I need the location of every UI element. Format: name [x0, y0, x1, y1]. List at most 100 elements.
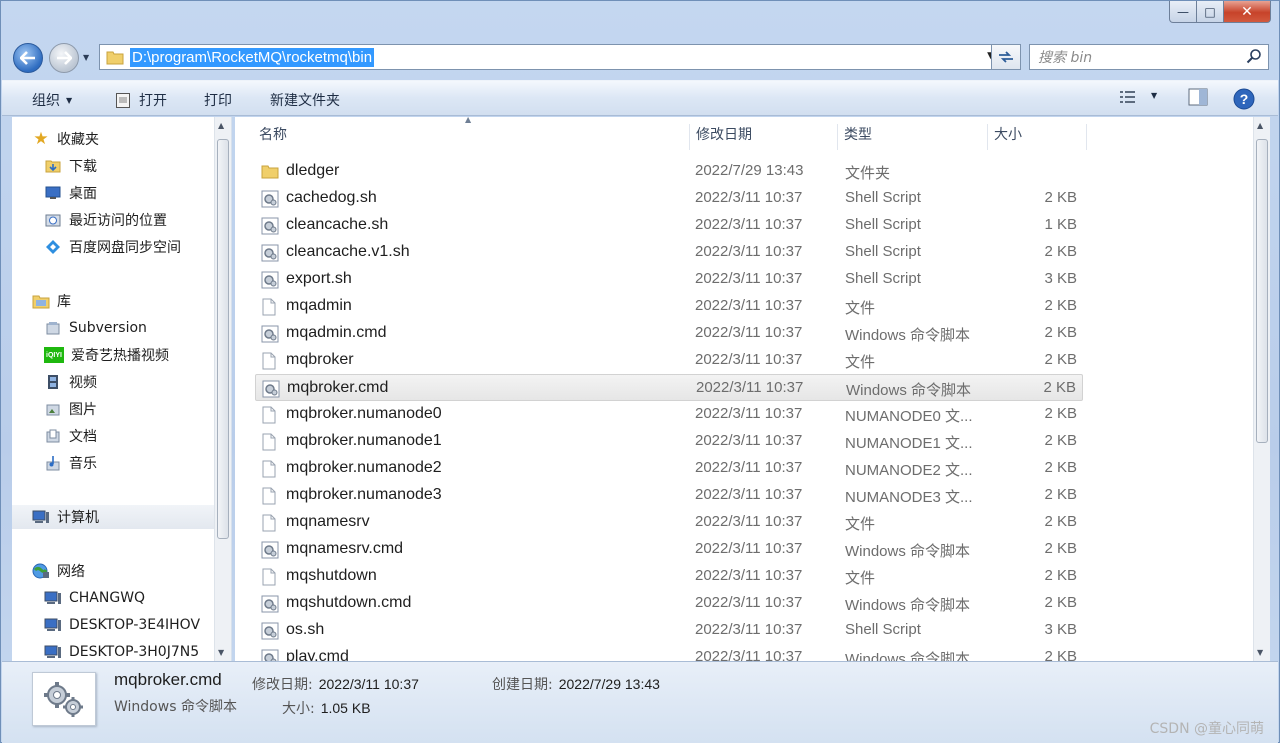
iqiyi-icon: iQIYI [44, 347, 64, 363]
column-size[interactable]: 大小 [987, 124, 1087, 150]
preview-pane-button[interactable] [1188, 88, 1208, 110]
open-label: 打开 [139, 93, 167, 109]
open-button[interactable]: 打开 [115, 90, 167, 110]
scroll-up-icon[interactable]: ▲ [218, 121, 224, 130]
file-row[interactable]: os.sh 2022/3/11 10:37 Shell Script 3 KB [255, 617, 1083, 644]
details-file-type: Windows 命令脚本 [114, 699, 237, 715]
sidebar-item-music[interactable]: 音乐 [44, 451, 97, 475]
sidebar-item-iqiyi[interactable]: iQIYI 爱奇艺热播视频 [44, 343, 169, 367]
sidebar-scrollbar-thumb[interactable] [217, 139, 229, 539]
sidebar-item-subversion[interactable]: Subversion [44, 316, 147, 340]
sidebar-item-videos[interactable]: 视频 [44, 370, 97, 394]
file-row[interactable]: cleancache.sh 2022/3/11 10:37 Shell Script… [255, 212, 1083, 239]
file-row[interactable]: mqadmin.cmd 2022/3/11 10:37 Windows 命令脚本 2 … [255, 320, 1083, 347]
print-button[interactable]: 打印 [204, 90, 232, 110]
close-button[interactable]: ✕ [1224, 1, 1271, 23]
file-type: Shell Script [845, 189, 921, 206]
baidu-netdisk-icon [44, 239, 62, 255]
file-row[interactable]: export.sh 2022/3/11 10:37 Shell Script 3 KB [255, 266, 1083, 293]
file-name: mqnamesrv.cmd [286, 540, 404, 557]
file-row[interactable]: mqshutdown.cmd 2022/3/11 10:37 Windows 命令脚… [255, 590, 1083, 617]
maximize-button[interactable]: □ [1197, 1, 1224, 23]
script-file-icon [261, 622, 279, 640]
column-modified[interactable]: 修改日期 [689, 124, 837, 150]
sidebar-item-desktop[interactable]: 桌面 [44, 181, 97, 205]
refresh-icon [999, 51, 1013, 63]
sidebar-item-documents[interactable]: 文档 [44, 424, 97, 448]
refresh-button[interactable] [991, 44, 1021, 70]
file-row[interactable]: mqshutdown 2022/3/11 10:37 文件 2 KB [255, 563, 1083, 590]
help-button[interactable]: ? [1233, 88, 1255, 114]
address-path[interactable]: D:\program\RocketMQ\rocketmq\bin [130, 47, 375, 67]
pictures-icon [44, 401, 62, 417]
file-list-scrollbar[interactable]: ▲ ▼ [1253, 117, 1270, 661]
file-row[interactable]: mqbroker 2022/3/11 10:37 文件 2 KB [255, 347, 1083, 374]
file-row[interactable]: cleancache.v1.sh 2022/3/11 10:37 Shell Scr… [255, 239, 1083, 266]
organize-menu[interactable]: 组织 ▼ [32, 90, 72, 110]
sidebar-network[interactable]: 网络 [32, 559, 85, 583]
sidebar-item-label: Subversion [69, 320, 147, 336]
new-folder-button[interactable]: 新建文件夹 [270, 90, 340, 110]
sidebar-item-label: 图片 [69, 402, 97, 418]
minimize-button[interactable]: — [1169, 1, 1197, 23]
script-file-icon [261, 244, 279, 262]
file-type: 文件 [845, 354, 876, 371]
file-gear-icon [32, 672, 96, 726]
file-row[interactable]: mqadmin 2022/3/11 10:37 文件 2 KB [255, 293, 1083, 320]
sidebar-item-pictures[interactable]: 图片 [44, 397, 97, 421]
file-name: cleancache.sh [286, 216, 389, 233]
file-row[interactable]: mqbroker.cmd 2022/3/11 10:37 Windows 命令脚本 2… [255, 374, 1083, 401]
file-modified: 2022/3/11 10:37 [695, 621, 803, 638]
file-row[interactable]: mqbroker.numanode2 2022/3/11 10:37 NUMANOD… [255, 455, 1083, 482]
file-row[interactable]: mqbroker.numanode3 2022/3/11 10:37 NUMANOD… [255, 482, 1083, 509]
blank-file-icon [261, 514, 279, 532]
file-row[interactable]: cachedog.sh 2022/3/11 10:37 Shell Script 2 … [255, 185, 1083, 212]
search-icon[interactable] [1246, 48, 1262, 64]
file-modified: 2022/3/11 10:37 [695, 459, 803, 476]
column-type[interactable]: 类型 [837, 124, 987, 150]
sidebar-computer[interactable]: 计算机 [12, 505, 214, 529]
file-name: mqbroker [286, 351, 354, 368]
command-bar: 组织 ▼ 打开 打印 新建文件夹 ▼ ? [2, 80, 1278, 116]
file-row[interactable]: mqbroker.numanode1 2022/3/11 10:37 NUMANOD… [255, 428, 1083, 455]
sidebar-libraries[interactable]: 库 [32, 289, 71, 313]
sidebar-item-baidu-netdisk[interactable]: 百度网盘同步空间 [44, 235, 181, 259]
recent-pages-dropdown[interactable]: ▼ [83, 53, 89, 62]
sidebar-item-changwq[interactable]: CHANGWQ [44, 586, 145, 610]
back-button[interactable] [13, 43, 43, 73]
file-type: NUMANODE2 文... [845, 462, 973, 479]
script-file-icon [261, 595, 279, 613]
search-input[interactable]: 搜索 bin [1029, 44, 1269, 70]
file-size: 3 KB [1044, 270, 1077, 287]
view-dropdown-icon[interactable]: ▼ [1151, 91, 1157, 100]
sidebar-item-recent-places[interactable]: 最近访问的位置 [44, 208, 167, 232]
view-options-button[interactable] [1118, 88, 1140, 110]
scroll-down-icon[interactable]: ▼ [1257, 648, 1263, 657]
file-type: Shell Script [845, 621, 921, 638]
sidebar-scrollbar[interactable]: ▲ ▼ [214, 117, 231, 661]
window-controls: — □ ✕ [1169, 1, 1271, 23]
address-bar[interactable]: D:\program\RocketMQ\rocketmq\bin ▼ [99, 44, 999, 70]
scroll-down-icon[interactable]: ▼ [218, 648, 224, 657]
search-placeholder: 搜索 bin [1038, 50, 1093, 66]
file-size: 2 KB [1044, 405, 1077, 422]
file-list-scrollbar-thumb[interactable] [1256, 139, 1268, 443]
file-name: cleancache.v1.sh [286, 243, 410, 260]
file-row[interactable]: play.cmd 2022/3/11 10:37 Windows 命令脚本 2 KB [255, 644, 1083, 661]
forward-button[interactable] [49, 43, 79, 73]
file-row[interactable]: dledger 2022/7/29 13:43 文件夹 [255, 158, 1083, 185]
file-type: 文件夹 [845, 165, 891, 182]
file-row[interactable]: mqnamesrv 2022/3/11 10:37 文件 2 KB [255, 509, 1083, 536]
details-modified: 修改日期: 2022/3/11 10:37 [252, 674, 419, 694]
sidebar-item-downloads[interactable]: 下载 [44, 154, 97, 178]
sidebar-favorites[interactable]: ★ 收藏夹 [32, 127, 99, 151]
sidebar-item-desktop-3e4ihov[interactable]: DESKTOP-3E4IHOV [44, 613, 200, 637]
sidebar-item-desktop-3h0j7n5[interactable]: DESKTOP-3H0J7N5 [44, 640, 199, 661]
scroll-up-icon[interactable]: ▲ [1257, 121, 1263, 130]
column-name[interactable]: 名称 [253, 124, 689, 150]
file-type: NUMANODE1 文... [845, 435, 973, 452]
file-row[interactable]: mqnamesrv.cmd 2022/3/11 10:37 Windows 命令脚本… [255, 536, 1083, 563]
file-row[interactable]: mqbroker.numanode0 2022/3/11 10:37 NUMANOD… [255, 401, 1083, 428]
organize-label: 组织 [32, 93, 60, 109]
file-modified: 2022/3/11 10:37 [695, 189, 803, 206]
